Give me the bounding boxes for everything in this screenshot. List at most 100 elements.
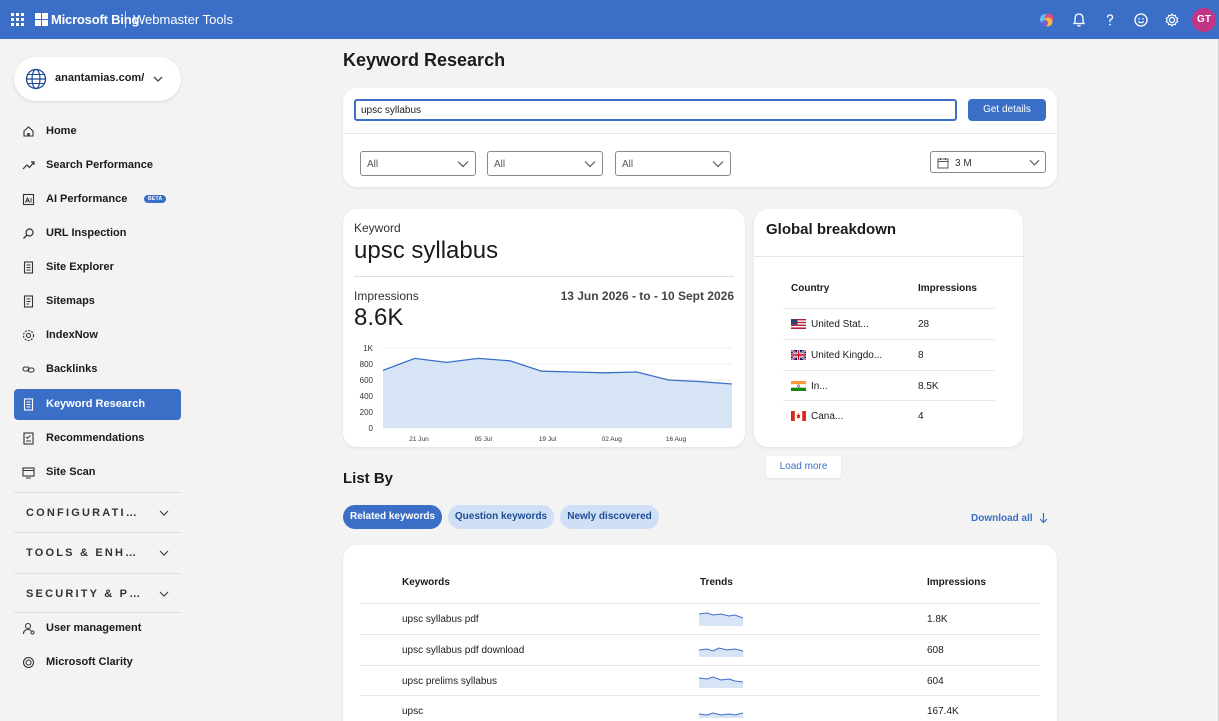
keyword-value: upsc syllabus	[354, 237, 499, 264]
section-label: CONFIGURATION	[26, 507, 144, 519]
sidebar-item-label: Keyword Research	[46, 398, 146, 410]
table-row[interactable]: upsc prelims syllabus 604	[360, 665, 1040, 696]
country-name: United Stat...	[811, 319, 869, 330]
sidebar-item-label: Sitemaps	[46, 295, 95, 307]
y-tick-label: 400	[360, 392, 374, 401]
x-tick-label: 05 Jul	[475, 436, 493, 443]
chevron-down-icon	[1029, 159, 1040, 166]
feedback-smiley-icon[interactable]	[1132, 11, 1150, 29]
chevron-down-icon	[712, 161, 724, 168]
tab-question-keywords[interactable]: Question keywords	[448, 505, 554, 529]
keyword-divider	[354, 276, 734, 277]
country-name: United Kingdo...	[811, 350, 883, 361]
download-arrow-icon[interactable]	[1038, 512, 1049, 525]
sidebar-item-label: Site Scan	[46, 466, 96, 478]
country-row[interactable]: In... 8.5K	[783, 370, 995, 401]
sidebar-section-security[interactable]: SECURITY & PRIVACY	[14, 573, 181, 613]
sidebar-item-indexnow[interactable]: IndexNow	[14, 320, 181, 351]
site-selector[interactable]: anantamias.com/	[14, 57, 181, 101]
filter-value: All	[494, 159, 506, 170]
impressions-chart: 1K 800 600 400 200 0 21 Jun 05 Jul 19 Jul 02 Aug 1…	[360, 344, 733, 443]
download-all-link[interactable]: Download all	[971, 513, 1033, 524]
sidebar-section-tools[interactable]: TOOLS & ENHANCEMENTS	[14, 532, 181, 572]
document-icon	[23, 398, 34, 411]
global-breakdown-title: Global breakdown	[766, 221, 897, 238]
x-tick-label: 16 Aug	[666, 436, 687, 443]
load-more-button[interactable]: Load more	[766, 456, 841, 478]
table-row[interactable]: upsc 167.4K	[360, 695, 1040, 721]
home-icon	[23, 126, 34, 137]
impressions-label: Impressions	[354, 289, 419, 303]
app-launcher-icon[interactable]	[11, 13, 24, 26]
impressions-cell: 604	[927, 676, 944, 687]
keyword-cell: upsc prelims syllabus	[402, 676, 498, 687]
sidebar-item-keyword-research[interactable]: Keyword Research	[14, 389, 181, 420]
list-by-title: List By	[343, 470, 394, 487]
date-range-value: 3 M	[955, 158, 972, 169]
top-bar: Microsoft Bing Webmaster Tools GT	[0, 0, 1219, 39]
impressions-value: 8.6K	[354, 304, 404, 331]
chevron-down-icon	[457, 161, 469, 168]
brand-separator	[125, 11, 126, 28]
table-row[interactable]: upsc syllabus pdf download 608	[360, 634, 1040, 665]
sidebar-item-recommendations[interactable]: Recommendations	[14, 423, 181, 454]
trend-icon	[22, 161, 35, 170]
sidebar-item-search-performance[interactable]: Search Performance	[14, 150, 181, 181]
get-details-button[interactable]: Get details	[968, 99, 1046, 121]
globe-icon	[25, 68, 47, 90]
settings-gear-icon[interactable]	[1163, 11, 1181, 29]
sidebar-item-user-management[interactable]: User management	[14, 613, 181, 644]
uk-flag-icon	[791, 350, 806, 360]
filter-divider	[343, 133, 1057, 134]
chevron-down-icon	[584, 161, 596, 168]
keyword-cell: upsc syllabus pdf	[402, 614, 479, 625]
beta-badge: BETA	[144, 195, 167, 203]
country-row[interactable]: Cana... 4	[783, 400, 995, 431]
tab-newly-discovered[interactable]: Newly discovered	[560, 505, 659, 529]
trend-sparkline	[699, 612, 743, 626]
trend-sparkline	[699, 676, 743, 688]
gear-icon	[22, 329, 35, 342]
y-tick-label: 800	[360, 360, 374, 369]
filter-select-3[interactable]: All	[615, 151, 731, 176]
sidebar-item-backlinks[interactable]: Backlinks	[14, 354, 181, 385]
site-name: anantamias.com/	[55, 72, 145, 84]
sidebar-item-site-scan[interactable]: Site Scan	[14, 457, 181, 488]
country-impressions: 8	[918, 350, 924, 361]
filter-value: All	[622, 159, 634, 170]
product-name[interactable]: Webmaster Tools	[133, 12, 233, 27]
sidebar-section-configuration[interactable]: CONFIGURATION	[14, 492, 181, 532]
copilot-icon[interactable]	[1038, 11, 1056, 29]
y-tick-label: 1K	[363, 344, 373, 353]
filter-select-2[interactable]: All	[487, 151, 603, 176]
help-icon[interactable]	[1101, 11, 1119, 29]
ai-icon	[22, 193, 35, 206]
sidebar-item-url-inspection[interactable]: URL Inspection	[14, 218, 181, 249]
y-tick-label: 600	[360, 376, 374, 385]
sidebar-item-microsoft-clarity[interactable]: Microsoft Clarity	[14, 647, 181, 678]
search-icon	[23, 228, 34, 239]
tab-related-keywords[interactable]: Related keywords	[343, 505, 442, 529]
sidebar-item-sitemaps[interactable]: Sitemaps	[14, 286, 181, 317]
sidebar-item-ai-performance[interactable]: AI Performance BETA	[14, 184, 181, 215]
y-tick-label: 200	[360, 408, 374, 417]
sidebar-item-label: URL Inspection	[46, 227, 127, 239]
filter-select-1[interactable]: All	[360, 151, 476, 176]
x-tick-label: 21 Jun	[409, 436, 429, 443]
date-range-select[interactable]: 3 M	[930, 151, 1046, 173]
table-row[interactable]: upsc syllabus pdf 1.8K	[360, 603, 1040, 634]
calendar-icon	[937, 158, 949, 169]
sidebar-item-label: Site Explorer	[46, 261, 114, 273]
sidebar-item-site-explorer[interactable]: Site Explorer	[14, 252, 181, 283]
keyword-search-input[interactable]	[354, 99, 957, 121]
india-flag-icon	[791, 381, 806, 391]
user-avatar[interactable]: GT	[1192, 8, 1216, 32]
country-row[interactable]: United Kingdo... 8	[783, 339, 995, 370]
notification-bell-icon[interactable]	[1070, 11, 1088, 29]
sidebar-item-home[interactable]: Home	[14, 116, 181, 147]
x-tick-label: 19 Jul	[539, 436, 557, 443]
chart-area	[383, 358, 732, 428]
country-row[interactable]: United Stat... 28	[783, 308, 995, 339]
country-name: Cana...	[811, 411, 844, 422]
scan-icon	[22, 467, 35, 479]
